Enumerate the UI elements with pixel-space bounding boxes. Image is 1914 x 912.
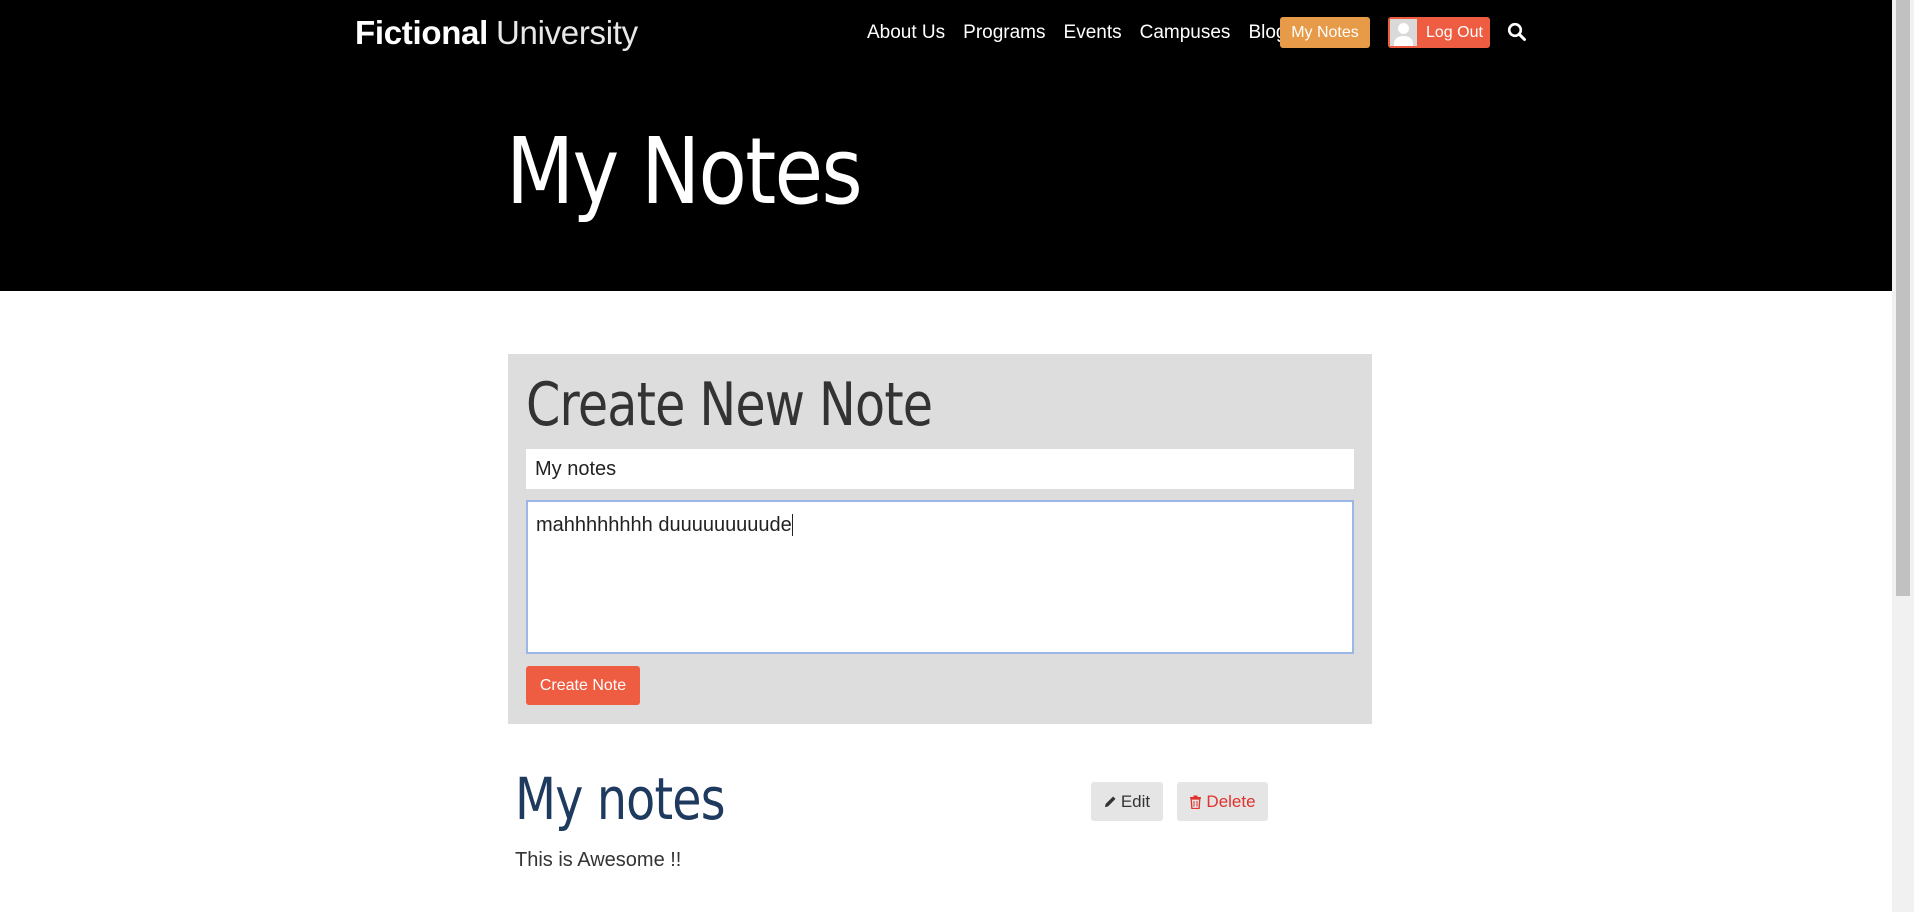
create-note-button[interactable]: Create Note (526, 666, 640, 705)
page-scrollbar[interactable] (1892, 0, 1914, 912)
site-logo[interactable]: Fictional University (355, 14, 638, 52)
site-header: Fictional University About Us Programs Ev… (0, 0, 1892, 291)
note-body-text: mahhhhhhhh duuuuuuuuude (536, 514, 793, 536)
delete-label: Delete (1206, 791, 1256, 811)
nav-about-us[interactable]: About Us (867, 22, 945, 44)
scrollbar-thumb[interactable] (1896, 0, 1910, 596)
note-body-textarea[interactable]: mahhhhhhhh duuuuuuuuude (526, 500, 1354, 654)
pencil-icon (1104, 796, 1116, 808)
user-avatar-icon (1390, 19, 1417, 46)
trash-icon (1190, 795, 1202, 809)
log-out-label: Log Out (1426, 23, 1483, 41)
main-nav: About Us Programs Events Campuses Blog (867, 22, 1304, 44)
edit-label: Edit (1120, 791, 1151, 811)
nav-programs[interactable]: Programs (963, 22, 1045, 44)
delete-note-button[interactable]: Delete (1177, 782, 1268, 821)
note-title: My notes (515, 765, 725, 833)
page-title: My Notes (506, 118, 863, 225)
create-note-heading: Create New Note (526, 370, 933, 440)
brand-part-1: Fictional (355, 14, 488, 51)
brand-part-2: University (495, 14, 638, 51)
log-out-button[interactable]: Log Out (1388, 17, 1490, 48)
nav-campuses[interactable]: Campuses (1140, 22, 1231, 44)
create-note-panel: Create New Note mahhhhhhhh duuuuuuuuude … (508, 354, 1372, 724)
note-body: This is Awesome !! (515, 849, 682, 871)
edit-note-button[interactable]: Edit (1091, 782, 1163, 821)
my-notes-button[interactable]: My Notes (1280, 17, 1370, 48)
note-title-input[interactable] (526, 449, 1354, 489)
nav-events[interactable]: Events (1064, 22, 1122, 44)
search-icon[interactable] (1507, 22, 1527, 42)
